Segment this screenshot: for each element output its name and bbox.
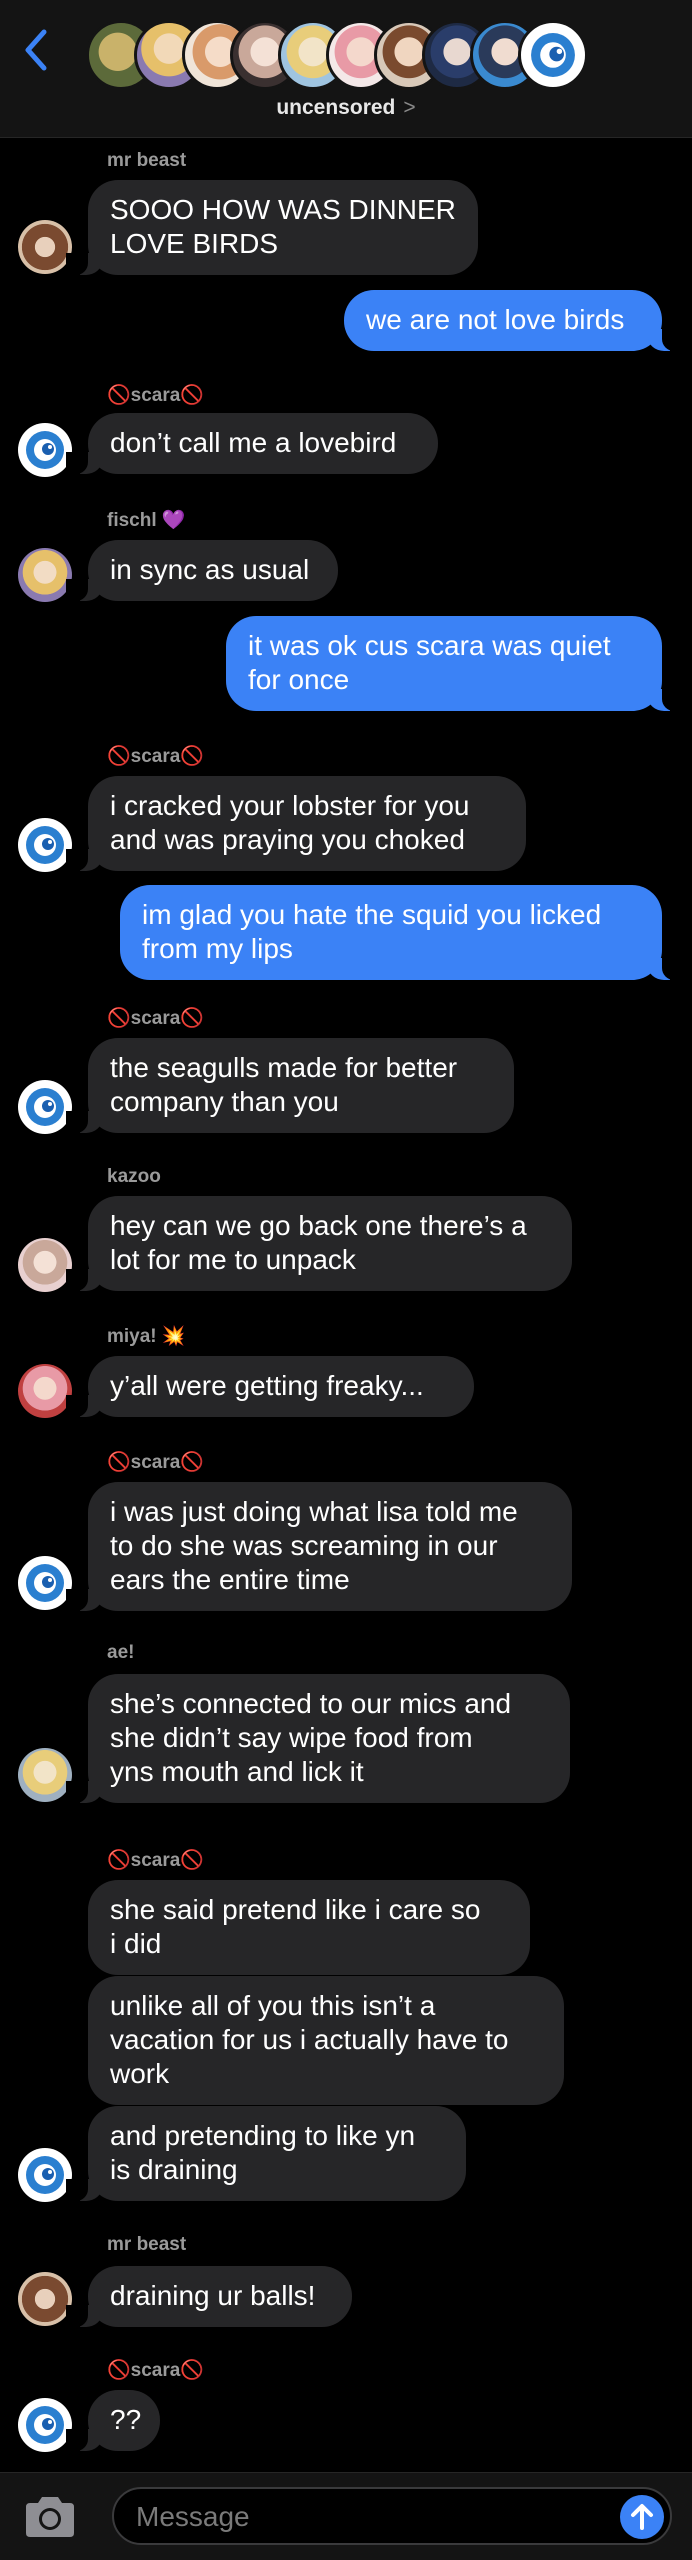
sender-avatar[interactable] bbox=[18, 2398, 72, 2452]
incoming-message[interactable]: y’all were getting freaky... bbox=[66, 1356, 474, 1417]
incoming-message[interactable]: the seagulls made for better company tha… bbox=[66, 1038, 514, 1133]
prohibited-icon: 🚫 bbox=[107, 746, 131, 767]
purple-heart-icon: 💜 bbox=[161, 510, 186, 531]
prohibited-icon: 🚫 bbox=[180, 746, 205, 767]
prohibited-icon: 🚫 bbox=[107, 1850, 131, 1871]
sender-name: 🚫scara🚫 bbox=[107, 1452, 205, 1473]
message-composer-bar bbox=[0, 2472, 692, 2560]
chevron-right-icon: > bbox=[403, 96, 416, 119]
sender-name: ae! bbox=[107, 1642, 135, 1663]
prohibited-icon: 🚫 bbox=[180, 1452, 205, 1473]
incoming-message[interactable]: draining ur balls! bbox=[66, 2266, 352, 2327]
prohibited-icon: 🚫 bbox=[180, 385, 205, 406]
back-chevron-icon[interactable] bbox=[16, 22, 56, 78]
sender-name: 🚫scara🚫 bbox=[107, 1850, 205, 1871]
sender-name: mr beast bbox=[107, 2234, 187, 2255]
incoming-message[interactable]: i was just doing what lisa told me to do… bbox=[66, 1482, 572, 1611]
sender-avatar[interactable] bbox=[18, 1364, 72, 1418]
prohibited-icon: 🚫 bbox=[107, 1452, 131, 1473]
collision-icon: 💥 bbox=[161, 1326, 186, 1347]
incoming-message[interactable]: SOOO HOW WAS DINNER LOVE BIRDS bbox=[66, 180, 478, 275]
incoming-message[interactable]: and pretending to like yn is draining bbox=[66, 2106, 466, 2201]
sender-name: mr beast bbox=[107, 150, 187, 171]
sender-avatar[interactable] bbox=[18, 1238, 72, 1292]
sender-name: 🚫scara🚫 bbox=[107, 2360, 205, 2381]
camera-icon[interactable] bbox=[22, 2495, 78, 2539]
outgoing-message[interactable]: it was ok cus scara was quiet for once bbox=[226, 616, 684, 711]
group-name[interactable]: uncensored > bbox=[0, 96, 692, 120]
prohibited-icon: 🚫 bbox=[107, 1008, 131, 1029]
incoming-message[interactable]: don’t call me a lovebird bbox=[66, 413, 438, 474]
sender-name: 🚫scara🚫 bbox=[107, 1008, 205, 1029]
sender-name: 🚫scara🚫 bbox=[107, 385, 205, 406]
chat-header: uncensored > bbox=[0, 0, 692, 138]
sender-name: miya! 💥 bbox=[107, 1326, 186, 1347]
sender-avatar[interactable] bbox=[18, 1080, 72, 1134]
group-avatars[interactable] bbox=[86, 20, 606, 92]
member-avatar bbox=[518, 20, 588, 90]
sender-avatar[interactable] bbox=[18, 220, 72, 274]
sender-name: fischl 💜 bbox=[107, 510, 186, 531]
incoming-message[interactable]: in sync as usual bbox=[66, 540, 338, 601]
incoming-message[interactable]: she’s connected to our mics and she didn… bbox=[66, 1674, 570, 1803]
sender-avatar[interactable] bbox=[18, 1748, 72, 1802]
prohibited-icon: 🚫 bbox=[107, 2360, 131, 2381]
incoming-message[interactable]: unlike all of you this isn’t a vacation … bbox=[88, 1976, 564, 2105]
sender-avatar[interactable] bbox=[18, 818, 72, 872]
sender-name: kazoo bbox=[107, 1166, 161, 1187]
arrow-up-icon bbox=[631, 2504, 653, 2530]
send-button[interactable] bbox=[620, 2495, 664, 2539]
prohibited-icon: 🚫 bbox=[180, 1850, 205, 1871]
sender-name: 🚫scara🚫 bbox=[107, 746, 205, 767]
incoming-message[interactable]: ?? bbox=[66, 2390, 160, 2451]
prohibited-icon: 🚫 bbox=[180, 1008, 205, 1029]
prohibited-icon: 🚫 bbox=[180, 2360, 205, 2381]
incoming-message[interactable]: she said pretend like i care so i did bbox=[88, 1880, 530, 1975]
sender-avatar[interactable] bbox=[18, 1556, 72, 1610]
outgoing-message[interactable]: im glad you hate the squid you licked fr… bbox=[120, 885, 684, 980]
message-input[interactable] bbox=[136, 2497, 606, 2537]
sender-avatar[interactable] bbox=[18, 548, 72, 602]
incoming-message[interactable]: hey can we go back one there’s a lot for… bbox=[66, 1196, 572, 1291]
sender-avatar[interactable] bbox=[18, 423, 72, 477]
sender-avatar[interactable] bbox=[18, 2148, 72, 2202]
prohibited-icon: 🚫 bbox=[107, 385, 131, 406]
outgoing-message[interactable]: we are not love birds bbox=[344, 290, 684, 351]
sender-avatar[interactable] bbox=[18, 2272, 72, 2326]
message-field[interactable] bbox=[112, 2487, 672, 2545]
incoming-message[interactable]: i cracked your lobster for you and was p… bbox=[66, 776, 526, 871]
